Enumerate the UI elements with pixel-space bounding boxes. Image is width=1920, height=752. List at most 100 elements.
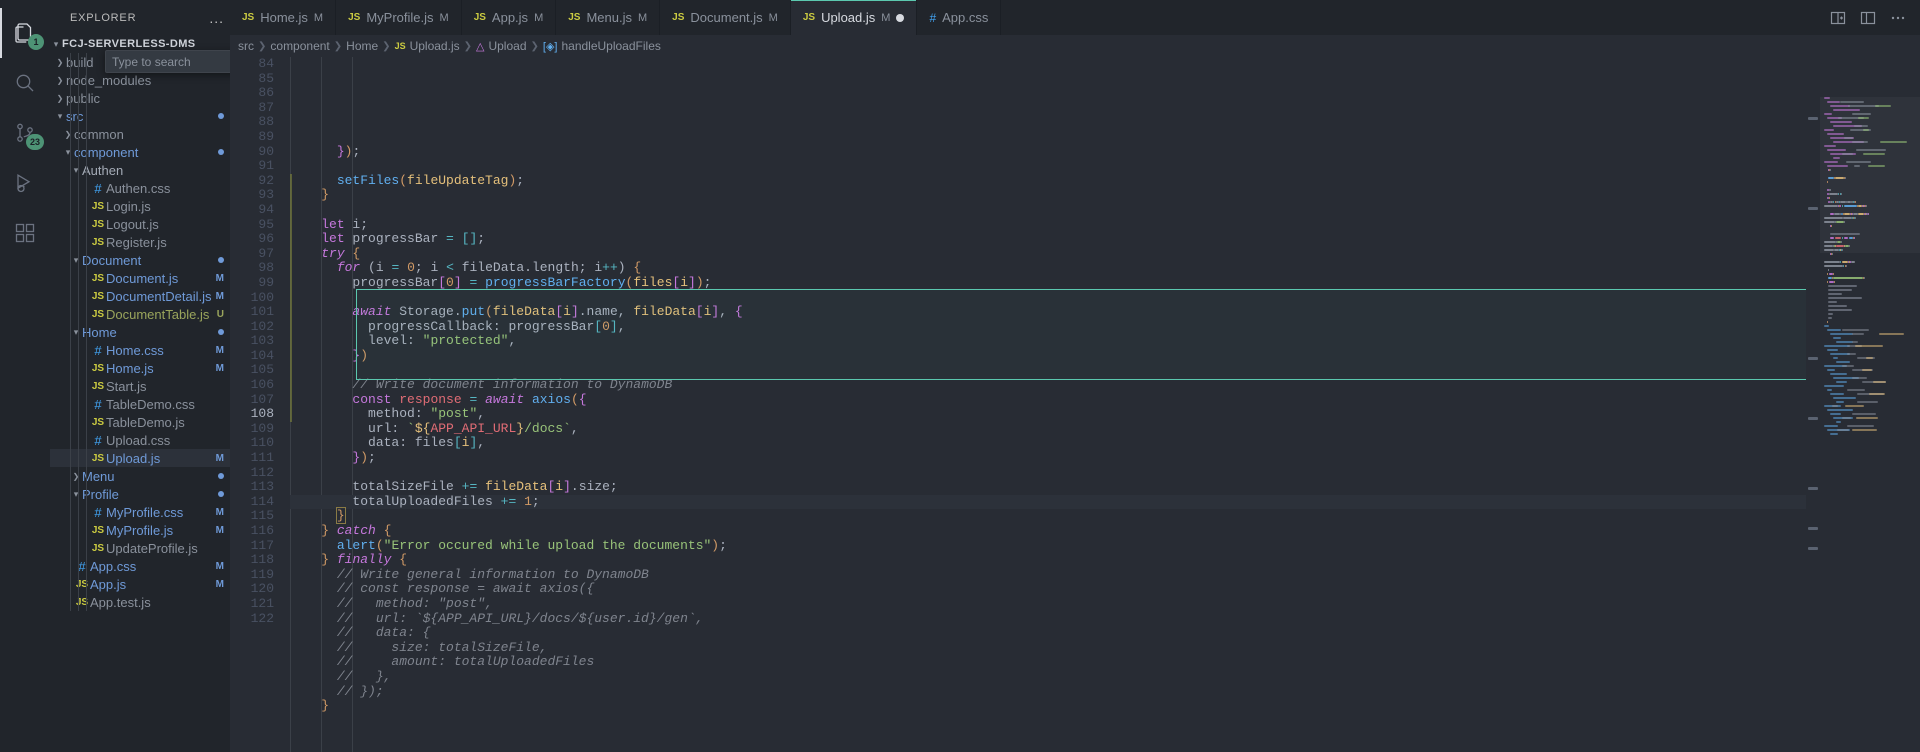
tree-item-document[interactable]: ▾ Document [50, 251, 230, 269]
breadcrumb-item-component[interactable]: component [270, 39, 329, 53]
minimap-line [1828, 285, 1857, 287]
tree-item-label: Login.js [106, 198, 151, 214]
tree-item-authen[interactable]: ▾ Authen [50, 161, 230, 179]
editor-tab-myprofile-js[interactable]: JS MyProfile.js M [336, 0, 462, 35]
minimap-line [1840, 205, 1841, 207]
activity-item-extensions[interactable] [0, 208, 50, 258]
tree-item-app-css[interactable]: # App.css M [50, 557, 230, 575]
tree-item-updateprofile-js[interactable]: JS UpdateProfile.js [50, 539, 230, 557]
tree-item-app-js[interactable]: JS App.js M [50, 575, 230, 593]
more-actions-icon[interactable] [1890, 10, 1906, 26]
tree-item-start-js[interactable]: JS Start.js [50, 377, 230, 395]
javascript-file-icon: JS [91, 416, 105, 428]
breadcrumb-item-upload-js[interactable]: JS Upload.js [395, 39, 460, 53]
tree-item-app-test-js[interactable]: JS App.test.js [50, 593, 230, 611]
code-line: url: `${APP_API_URL}/docs`, [290, 420, 1806, 437]
tab-unsaved-indicator[interactable] [896, 13, 905, 22]
minimap-line [1852, 341, 1858, 343]
code-line: alert("Error occured while upload the do… [290, 538, 1806, 554]
tree-item-home[interactable]: ▾ Home [50, 323, 230, 341]
code-token: [ [453, 435, 462, 451]
breadcrumb-item-src[interactable]: src [238, 39, 254, 53]
code-line: level: "protected", [290, 333, 1806, 349]
tree-item-menu[interactable]: ❯ Menu [50, 467, 230, 485]
code-line: // const response = await axios({ [290, 582, 1806, 597]
tree-item-profile[interactable]: ▾ Profile [50, 485, 230, 503]
chevron-down-icon: ▾ [73, 254, 79, 265]
tree-item-documenttable-js[interactable]: JS DocumentTable.js U [50, 305, 230, 323]
code-line: } catch { [290, 523, 1806, 539]
code-content[interactable]: }); setFiles(fileUpdateTag); } let i; le… [284, 57, 1806, 752]
minimap-line [1827, 369, 1835, 371]
tree-item-node-modules[interactable]: ❯ node_modules [50, 71, 230, 89]
minimap-line [1833, 201, 1834, 203]
chevron-down-icon: ▾ [53, 38, 59, 49]
activity-item-search[interactable] [0, 58, 50, 108]
overview-ruler[interactable] [1806, 57, 1820, 752]
editor-tab-menu-js[interactable]: JS Menu.js M [556, 0, 661, 35]
tree-item-logout-js[interactable]: JS Logout.js [50, 215, 230, 233]
split-editor-right-icon[interactable] [1830, 10, 1846, 26]
minimap-line [1824, 245, 1833, 247]
activity-item-run-debug[interactable] [0, 158, 50, 208]
line-number: 120 [250, 581, 274, 597]
tree-item-register-js[interactable]: JS Register.js [50, 233, 230, 251]
code-token: += [461, 479, 478, 495]
activity-item-source-control[interactable]: 23 [0, 108, 50, 158]
tree-item-tabledemo-css[interactable]: # TableDemo.css [50, 395, 230, 413]
tree-item-label: MyProfile.js [106, 522, 174, 538]
tree-item-common[interactable]: ❯ common [50, 125, 230, 143]
minimap-line [1824, 145, 1836, 147]
tree-item-document-js[interactable]: JS Document.js M [50, 269, 230, 287]
tree-item-upload-css[interactable]: # Upload.css [50, 431, 230, 449]
tree-item-documentdetail-js[interactable]: JS DocumentDetail.js M [50, 287, 230, 305]
editor-tab-app-js[interactable]: JS App.js M [461, 0, 557, 35]
editor-tab-home-js[interactable]: JS Home.js M [230, 0, 337, 35]
tree-item-upload-js[interactable]: JS Upload.js M [50, 449, 230, 467]
code-line: await Storage.put(fileData[i].name, file… [290, 304, 1806, 320]
code-token: 1 [524, 493, 532, 509]
tree-item-login-js[interactable]: JS Login.js [50, 197, 230, 215]
editor-tab-document-js[interactable]: JS Document.js M [660, 0, 791, 35]
tree-item-authen-css[interactable]: # Authen.css [50, 179, 230, 197]
minimap-line [1827, 273, 1828, 275]
tree-item-tabledemo-js[interactable]: JS TableDemo.js [50, 413, 230, 431]
code-token: : files [399, 435, 454, 451]
tree-item-home-css[interactable]: # Home.css M [50, 341, 230, 359]
minimap-line [1824, 97, 1830, 99]
minimap-line [1858, 117, 1869, 119]
search-input[interactable] [106, 54, 230, 69]
open-changes-icon[interactable] [1860, 10, 1876, 26]
tree-item-myprofile-css[interactable]: # MyProfile.css M [50, 503, 230, 521]
editor-tab-upload-js[interactable]: JS Upload.js M [790, 0, 918, 35]
tree-indent-guide [78, 53, 79, 611]
breadcrumb-item-handleuploadfiles[interactable]: [◈] handleUploadFiles [543, 39, 661, 53]
minimap-line [1827, 389, 1832, 391]
javascript-file-icon: JS [473, 12, 486, 23]
breadcrumb-item-home[interactable]: Home [346, 39, 378, 53]
editor-tab-app-css[interactable]: # App.css [917, 0, 1002, 35]
tree-item-src[interactable]: ▾ src [50, 107, 230, 125]
line-number: 89 [258, 128, 274, 144]
minimap-line [1827, 321, 1828, 323]
tree-item-home-js[interactable]: JS Home.js M [50, 359, 230, 377]
activity-item-explorer[interactable]: 1 [0, 8, 50, 58]
minimap-line [1856, 149, 1886, 151]
explorer-more-actions-icon[interactable]: ... [209, 11, 224, 25]
tree-item-component[interactable]: ▾ component [50, 143, 230, 161]
css-file-icon: # [94, 432, 102, 448]
code-token: // method: "post", [336, 595, 493, 611]
minimap[interactable] [1820, 57, 1920, 752]
code-token: ` [407, 420, 415, 436]
code-token: ] [609, 318, 618, 334]
minimap-line [1847, 353, 1856, 355]
minimap-line [1856, 417, 1878, 419]
tree-item-myprofile-js[interactable]: JS MyProfile.js M [50, 521, 230, 539]
code-token: response [399, 391, 462, 407]
tree-item-public[interactable]: ❯ public [50, 89, 230, 107]
breadcrumb-item-upload[interactable]: △ Upload [476, 39, 527, 53]
